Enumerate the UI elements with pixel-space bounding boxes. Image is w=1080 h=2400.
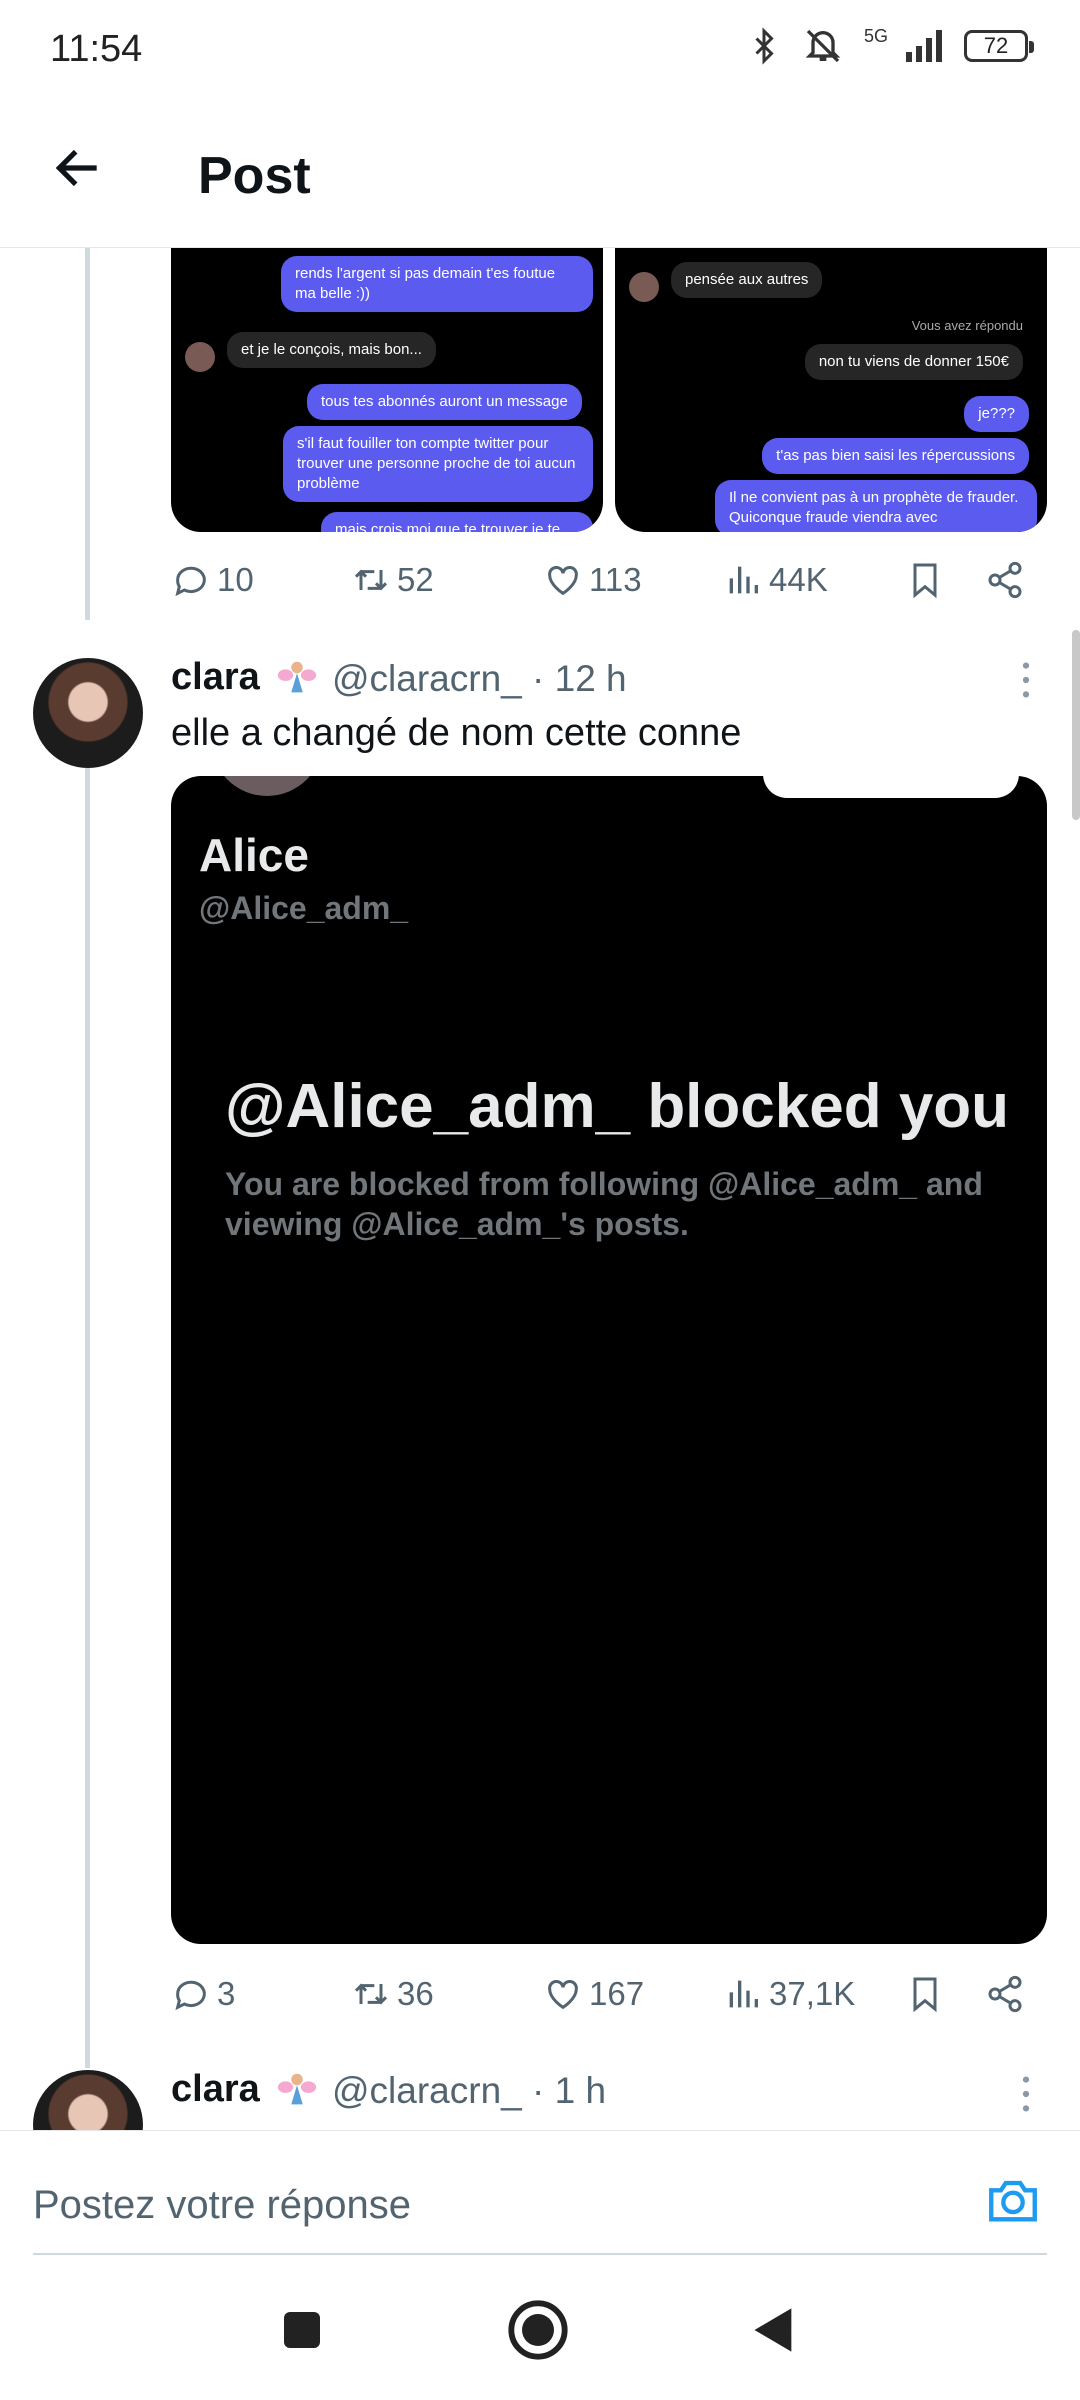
divider xyxy=(33,2253,1047,2255)
avatar[interactable] xyxy=(33,658,143,768)
profile-picture xyxy=(211,776,323,796)
heart-icon xyxy=(548,566,578,596)
like-count: 167 xyxy=(589,1975,645,2012)
share-icon[interactable] xyxy=(985,1974,1025,2014)
reply-icon xyxy=(175,566,206,597)
chat-bubble: pensée aux autres xyxy=(671,262,823,298)
retweet-count: 36 xyxy=(397,1975,434,2012)
bookmark-icon[interactable] xyxy=(905,560,945,600)
mute-icon xyxy=(805,29,841,63)
chat-avatar xyxy=(629,272,659,302)
chat-screenshot-right[interactable]: pensée aux autres Vous avez répondu non … xyxy=(615,248,1047,532)
recents-icon[interactable] xyxy=(278,2306,326,2354)
analytics-icon xyxy=(729,566,758,594)
retweet-icon xyxy=(354,569,388,591)
chat-bubble: rends l'argent si pas demain t'es foutue… xyxy=(281,256,593,312)
scrollbar[interactable] xyxy=(1072,630,1080,820)
chat-bubble: mais crois moi que te trouver je te xyxy=(321,512,593,532)
battery-indicator: 72 xyxy=(964,30,1034,62)
tweet-handle-time: @claracrn_ · 1 h xyxy=(332,2070,607,2111)
reply-count: 10 xyxy=(217,561,254,598)
network-type: 5G xyxy=(863,25,888,46)
more-options-icon[interactable] xyxy=(1020,2076,1032,2112)
views-button[interactable]: 37,1K xyxy=(723,1974,855,2014)
chat-system-label: Vous avez répondu xyxy=(911,318,1023,333)
tweet-actions: 3 36 167 37,1K xyxy=(171,1964,1031,2024)
reply-composer[interactable]: Postez votre réponse xyxy=(0,2130,1080,2255)
bookmark-icon[interactable] xyxy=(905,1974,945,2014)
follow-button-fragment xyxy=(763,776,1019,798)
chat-bubble: s'il faut fouiller ton compte twitter po… xyxy=(283,426,593,502)
author-name: clara xyxy=(171,2068,260,2111)
reply-input[interactable]: Postez votre réponse xyxy=(33,2183,411,2228)
top-bar: Post xyxy=(0,100,1080,248)
profile-handle: @Alice_adm_ xyxy=(199,890,409,926)
chat-bubble: t'as pas bien saisi les répercussions xyxy=(762,438,1029,474)
tweet-media-grid[interactable]: rends l'argent si pas demain t'es foutue… xyxy=(171,248,1047,532)
thread-line xyxy=(85,248,90,620)
camera-icon[interactable] xyxy=(984,2171,1042,2229)
status-icons: 5G 72 xyxy=(746,25,1034,66)
thread-line xyxy=(85,726,90,2068)
views-count: 37,1K xyxy=(769,1975,856,2012)
signal-icon xyxy=(906,30,942,62)
home-icon[interactable] xyxy=(506,2298,570,2362)
page-title: Post xyxy=(198,147,311,205)
reply-count: 3 xyxy=(217,1975,236,2012)
like-button[interactable]: 167 xyxy=(543,1974,644,2014)
fairy-emoji-icon xyxy=(278,2073,317,2105)
back-icon[interactable] xyxy=(748,2302,800,2358)
retweet-count: 52 xyxy=(397,561,434,598)
tweet-handle-time: @claracrn_ · 12 h xyxy=(332,658,627,699)
chat-bubble: je??? xyxy=(964,396,1029,432)
fairy-emoji-icon xyxy=(278,661,317,693)
share-icon[interactable] xyxy=(985,560,1025,600)
system-navigation-bar xyxy=(0,2256,1080,2400)
tweet-author[interactable]: clara xyxy=(171,656,320,702)
chat-screenshot-left[interactable]: rends l'argent si pas demain t'es foutue… xyxy=(171,248,603,532)
tweet-media-image[interactable]: Alice @Alice_adm_ @Alice_adm_ blocked yo… xyxy=(171,776,1047,1944)
like-button[interactable]: 113 xyxy=(543,560,642,600)
chat-bubble: et je le conçois, mais bon... xyxy=(227,332,436,368)
status-time: 11:54 xyxy=(50,28,143,70)
chat-bubble: Il ne convient pas à un prophète de frau… xyxy=(715,480,1037,532)
profile-name: Alice xyxy=(199,829,309,881)
blocked-subtitle: You are blocked from following @Alice_ad… xyxy=(225,1166,983,1242)
reply-icon xyxy=(175,1980,206,2011)
views-count: 44K xyxy=(769,561,828,598)
author-name: clara xyxy=(171,656,260,699)
tweet-actions: 10 52 113 44K xyxy=(171,550,1031,610)
views-button[interactable]: 44K xyxy=(723,560,828,600)
chat-bubble: non tu viens de donner 150€ xyxy=(804,344,1023,380)
retweet-button[interactable]: 36 xyxy=(351,1974,434,2014)
tweet-author[interactable]: clara xyxy=(171,2068,320,2114)
more-options-icon[interactable] xyxy=(1020,662,1032,698)
chat-bubble: tous tes abonnés auront un message xyxy=(307,384,582,420)
like-count: 113 xyxy=(589,561,642,598)
back-arrow-icon[interactable] xyxy=(50,140,106,196)
reply-button[interactable]: 10 xyxy=(171,560,254,600)
status-bar: 11:54 5G 72 xyxy=(0,0,1080,100)
retweet-icon xyxy=(354,1983,388,2005)
reply-button[interactable]: 3 xyxy=(171,1974,235,2014)
tweet-text: elle a changé de nom cette conne xyxy=(171,712,742,754)
heart-icon xyxy=(548,1980,578,2010)
analytics-icon xyxy=(729,1980,758,2008)
bluetooth-icon xyxy=(755,27,774,65)
chat-avatar xyxy=(185,342,215,372)
blocked-title: @Alice_adm_ blocked you xyxy=(225,1072,1010,1141)
retweet-button[interactable]: 52 xyxy=(351,560,434,600)
